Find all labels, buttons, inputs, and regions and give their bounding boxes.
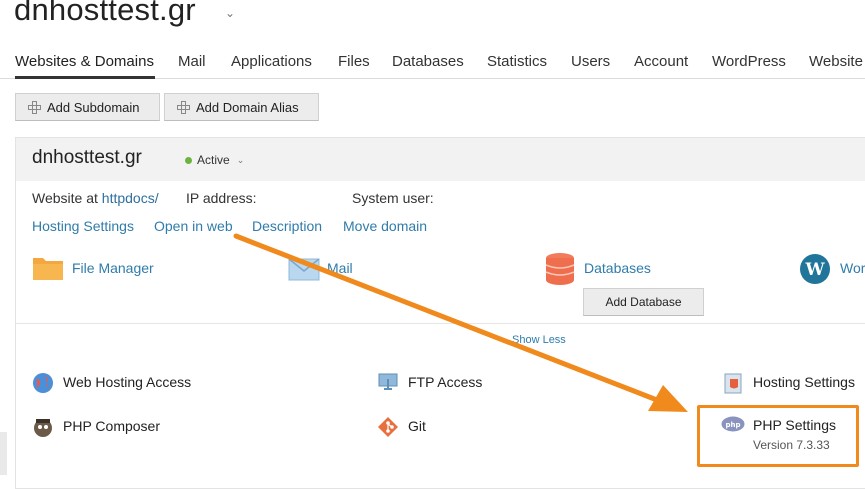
ftp-access-link[interactable]: FTP Access: [408, 374, 482, 390]
add-subdomain-button[interactable]: Add Subdomain: [15, 93, 160, 121]
tab-statistics[interactable]: Statistics: [487, 53, 547, 70]
add-domain-alias-button[interactable]: Add Domain Alias: [164, 93, 319, 121]
database-icon: [544, 252, 576, 286]
tab-users[interactable]: Users: [571, 53, 610, 70]
mail-link[interactable]: Mail: [327, 260, 353, 276]
wordpress-icon: W: [799, 253, 831, 285]
add-domain-alias-label: Add Domain Alias: [196, 99, 299, 115]
scroll-edge: [0, 432, 7, 475]
tab-websites-domains[interactable]: Websites & Domains: [15, 53, 154, 70]
active-tab-indicator: [15, 76, 155, 79]
mail-icon: [288, 254, 320, 282]
ip-address-label: IP address:: [186, 190, 257, 206]
wordpress-link[interactable]: Wor: [840, 260, 865, 276]
git-icon: [377, 416, 399, 438]
composer-icon: [32, 416, 54, 438]
php-composer-link[interactable]: PHP Composer: [63, 418, 160, 434]
tab-mail[interactable]: Mail: [178, 53, 206, 70]
hosting-settings-icon: [722, 372, 744, 394]
tab-account[interactable]: Account: [634, 53, 688, 70]
tab-website[interactable]: Website: [809, 53, 863, 70]
status-dropdown[interactable]: Active ⌄: [185, 153, 244, 167]
hosting-settings-tool-link[interactable]: Hosting Settings: [753, 374, 855, 390]
main-tabs: Websites & Domains Mail Applications Fil…: [0, 50, 865, 79]
open-in-web-link[interactable]: Open in web: [154, 218, 233, 234]
web-hosting-access-link[interactable]: Web Hosting Access: [63, 374, 191, 390]
databases-link[interactable]: Databases: [584, 260, 651, 276]
tab-databases[interactable]: Databases: [392, 53, 464, 70]
ftp-icon: [377, 371, 399, 393]
chevron-down-icon: ⌄: [236, 154, 245, 165]
httpdocs-link[interactable]: httpdocs/: [102, 190, 159, 206]
website-at-label: Website at: [32, 190, 98, 206]
description-link[interactable]: Description: [252, 218, 322, 234]
page-title: dnhosttest.gr: [14, 0, 196, 27]
git-link[interactable]: Git: [408, 418, 426, 434]
status-dot-icon: [185, 156, 192, 164]
website-at-info: Website at httpdocs/: [32, 190, 159, 206]
status-label: Active: [197, 153, 230, 167]
file-manager-link[interactable]: File Manager: [72, 260, 154, 276]
svg-text:W: W: [804, 260, 825, 280]
domain-panel-header: dnhosttest.gr Active ⌄: [16, 138, 865, 181]
plus-icon: [28, 100, 41, 114]
globe-icon: [32, 372, 54, 394]
tab-applications[interactable]: Applications: [231, 53, 312, 70]
title-dropdown-icon[interactable]: ⌄: [225, 6, 235, 20]
tab-wordpress[interactable]: WordPress: [712, 53, 786, 70]
hosting-settings-link[interactable]: Hosting Settings: [32, 218, 134, 234]
add-subdomain-label: Add Subdomain: [47, 99, 140, 115]
move-domain-link[interactable]: Move domain: [343, 218, 427, 234]
domain-name[interactable]: dnhosttest.gr: [32, 147, 142, 169]
show-less-link[interactable]: Show Less: [512, 334, 566, 346]
folder-icon: [32, 254, 64, 282]
php-settings-highlight-box: [697, 405, 859, 467]
add-database-button[interactable]: Add Database: [583, 288, 704, 316]
tab-files[interactable]: Files: [338, 53, 370, 70]
plus-icon: [177, 100, 190, 114]
system-user-label: System user:: [352, 190, 434, 206]
section-divider: [16, 323, 865, 324]
